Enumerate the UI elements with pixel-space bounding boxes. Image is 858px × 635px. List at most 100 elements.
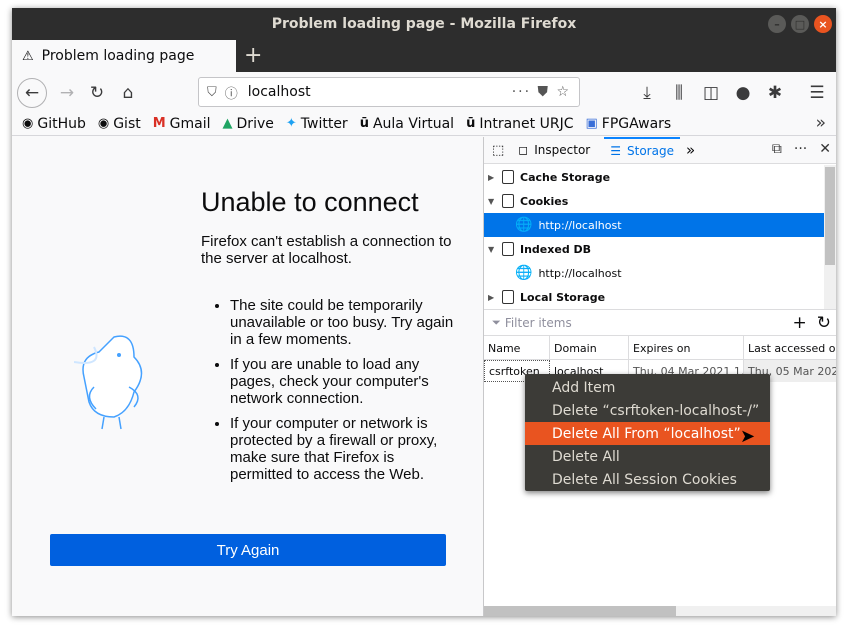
expand-icon[interactable]: ▶ <box>488 293 502 302</box>
globe-icon: 🌐 <box>515 265 533 281</box>
close-button[interactable]: × <box>814 15 832 33</box>
sidebar-icon[interactable]: ◫ <box>696 78 726 108</box>
shield-icon[interactable]: ⛉ <box>207 85 217 100</box>
column-domain[interactable]: Domain <box>550 336 629 360</box>
globe-icon: 🌐 <box>515 217 533 233</box>
tree-item-cache-storage[interactable]: ▶ Cache Storage <box>484 165 824 189</box>
error-description: Firefox can't establish a connection to … <box>201 233 452 267</box>
bookmarks-toolbar: ◉ GitHub ◉ Gist M Gmail ▲ Drive ✦ Twitter ū Au… <box>12 112 836 136</box>
tree-item-indexed-db[interactable]: ▼ Indexed DB <box>484 237 824 261</box>
extension-icon[interactable]: ✱ <box>760 78 790 108</box>
back-button[interactable]: ← <box>17 78 47 108</box>
database-icon <box>502 194 514 208</box>
library-icon[interactable]: ⫼ <box>664 78 694 108</box>
menu-icon[interactable]: ☰ <box>802 78 832 108</box>
tree-item-cookies-localhost[interactable]: 🌐 http://localhost <box>484 213 824 237</box>
list-item: If your computer or network is protected… <box>230 415 460 483</box>
column-expires[interactable]: Expires on <box>629 336 744 360</box>
horizontal-scrollbar[interactable] <box>484 606 836 616</box>
add-item-icon[interactable]: + <box>793 313 807 333</box>
tab-problem-loading[interactable]: ⚠ Problem loading page <box>12 40 236 72</box>
dock-icon[interactable]: ⧉ <box>772 141 782 157</box>
filter-bar: ⏷ Filter items + ↻ <box>484 309 836 336</box>
window-title: Problem loading page - Mozilla Firefox <box>271 16 577 32</box>
navigation-bar: ← → ↻ ⌂ ⛉ ⓘ localhost ··· ⛊ ☆ ⤓ ⫼ ◫ ● ✱ … <box>12 72 836 112</box>
new-tab-button[interactable]: + <box>244 43 262 68</box>
column-last-accessed[interactable]: Last accessed on <box>744 336 836 360</box>
twitter-icon: ✦ <box>285 116 297 131</box>
maximize-button[interactable]: □ <box>791 15 809 33</box>
bookmark-gmail[interactable]: M Gmail <box>153 116 211 132</box>
tree-item-local-storage[interactable]: ▶ Local Storage <box>484 285 824 309</box>
bookmark-gist[interactable]: ◉ Gist <box>98 116 141 132</box>
tree-scrollbar[interactable] <box>824 165 836 309</box>
url-text[interactable]: localhost <box>248 84 512 100</box>
info-icon[interactable]: ⓘ <box>225 83 238 102</box>
github-icon: ◉ <box>97 116 110 131</box>
filter-icon: ⏷ <box>492 315 501 329</box>
expand-icon[interactable]: ▶ <box>488 173 502 182</box>
tab-storage[interactable]: ☰ Storage <box>604 136 680 164</box>
tree-item-indexeddb-localhost[interactable]: 🌐 http://localhost <box>484 261 824 285</box>
bookmark-github[interactable]: ◉ GitHub <box>22 116 86 132</box>
scrollbar-thumb[interactable] <box>484 606 676 616</box>
close-icon[interactable]: ✕ <box>819 141 831 157</box>
column-name[interactable]: Name <box>484 336 550 360</box>
url-bar[interactable]: ⛉ ⓘ localhost ··· ⛊ ☆ <box>198 77 580 107</box>
title-bar: Problem loading page - Mozilla Firefox –… <box>12 8 836 40</box>
menu-item-delete-all[interactable]: Delete All <box>525 445 770 468</box>
account-icon[interactable]: ● <box>728 78 758 108</box>
devtools-actions: ⧉ ··· ✕ <box>772 141 831 157</box>
bookmark-aula-virtual[interactable]: ū Aula Virtual <box>360 116 454 132</box>
tab-strip: ⚠ Problem loading page + <box>12 40 836 72</box>
error-title: Unable to connect <box>201 187 419 217</box>
menu-item-add-item[interactable]: Add Item <box>525 376 770 399</box>
page-actions-icon[interactable]: ··· ⛊ ☆ <box>512 84 571 100</box>
forward-button[interactable]: → <box>52 78 82 108</box>
tab-title: Problem loading page <box>41 48 195 64</box>
tab-inspector[interactable]: ◻ Inspector <box>512 137 596 164</box>
download-icon[interactable]: ⤓ <box>632 78 662 108</box>
database-icon <box>502 290 514 304</box>
filter-input[interactable]: Filter items <box>505 316 572 330</box>
bookmark-intranet-urjc[interactable]: ū Intranet URJC <box>466 116 573 132</box>
scrollbar-thumb[interactable] <box>825 167 835 265</box>
sad-dino-illustration <box>74 335 143 430</box>
storage-tree: ▶ Cache Storage ▼ Cookies 🌐 http://local… <box>484 165 824 309</box>
element-picker-icon[interactable]: ⬚ <box>492 143 504 158</box>
context-menu: Add Item Delete “csrftoken-localhost-/” … <box>525 374 770 491</box>
filter-actions: + ↻ <box>793 313 832 333</box>
menu-item-delete-all-session-cookies[interactable]: Delete All Session Cookies <box>525 468 770 491</box>
minimize-button[interactable]: – <box>768 15 786 33</box>
database-icon <box>502 170 514 184</box>
tree-item-cookies[interactable]: ▼ Cookies <box>484 189 824 213</box>
collapse-icon[interactable]: ▼ <box>488 197 502 206</box>
storage-icon: ☰ <box>610 144 622 158</box>
refresh-icon[interactable]: ↻ <box>817 313 831 333</box>
error-suggestions: The site could be temporarily unavailabl… <box>230 297 460 491</box>
mouse-cursor-icon: ➤ <box>740 426 756 447</box>
home-button[interactable]: ⌂ <box>113 78 143 108</box>
fpgawars-icon: ▣ <box>585 116 598 131</box>
list-item: If you are unable to load any pages, che… <box>230 356 460 407</box>
window-controls: – □ × <box>768 15 832 33</box>
reload-button[interactable]: ↻ <box>82 78 112 108</box>
warning-icon: ⚠ <box>22 48 34 64</box>
bookmark-fpgawars[interactable]: ▣ FPGAwars <box>585 116 671 132</box>
try-again-button[interactable]: Try Again <box>50 534 446 566</box>
menu-item-delete-all-from-localhost[interactable]: Delete All From “localhost” <box>525 422 770 445</box>
collapse-icon[interactable]: ▼ <box>488 245 502 254</box>
bookmark-twitter[interactable]: ✦ Twitter <box>286 116 348 132</box>
inspector-icon: ◻ <box>518 143 529 157</box>
table-header: Name Domain Expires on Last accessed on <box>484 336 836 360</box>
firefox-window: Problem loading page - Mozilla Firefox –… <box>12 8 836 616</box>
more-options-icon[interactable]: ··· <box>794 141 807 157</box>
chevron-right-icon[interactable]: » <box>686 141 695 159</box>
devtools-toolbar: ⬚ ◻ Inspector ☰ Storage » ⧉ ··· ✕ <box>484 136 836 164</box>
github-icon: ◉ <box>22 116 34 131</box>
menu-item-delete-cookie[interactable]: Delete “csrftoken-localhost-/” <box>525 399 770 422</box>
chevron-right-icon[interactable]: » <box>816 113 826 133</box>
bookmark-drive[interactable]: ▲ Drive <box>223 116 274 132</box>
drive-icon: ▲ <box>222 116 233 131</box>
gmail-icon: M <box>152 116 166 131</box>
